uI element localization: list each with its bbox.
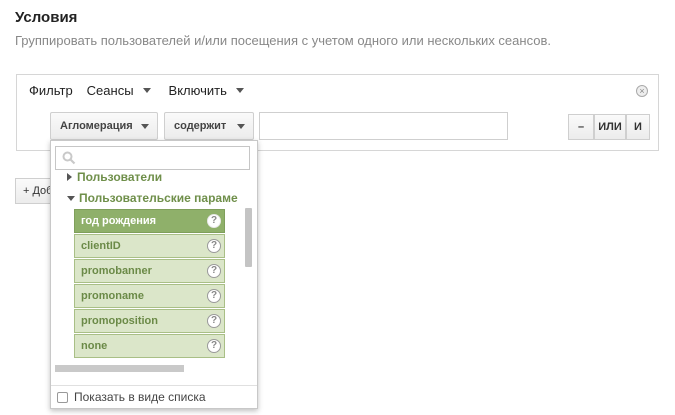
list-item[interactable]: promoname ? xyxy=(74,284,225,308)
operator-select[interactable]: содержит xyxy=(164,112,254,140)
page-title: Условия xyxy=(15,9,78,26)
add-filter-button[interactable]: + Доб xyxy=(15,178,55,204)
search-input[interactable] xyxy=(55,146,250,170)
help-icon[interactable]: ? xyxy=(207,289,221,303)
chevron-down-icon xyxy=(235,88,244,93)
mode-label: Включить xyxy=(168,83,227,98)
or-button[interactable]: ИЛИ xyxy=(594,114,626,140)
operator-label: содержит xyxy=(174,120,227,132)
item-label: promobanner xyxy=(81,265,152,277)
close-icon[interactable]: × xyxy=(636,85,648,97)
group-users[interactable]: Пользователи xyxy=(67,170,162,184)
item-label: none xyxy=(81,340,108,352)
filter-row: Фильтр Сеансы Включить xyxy=(29,83,262,98)
item-label: promoname xyxy=(81,290,144,302)
dimension-select[interactable]: Агломерация xyxy=(50,112,158,140)
search-icon xyxy=(62,151,76,165)
list-item[interactable]: none ? xyxy=(74,334,225,358)
help-icon[interactable]: ? xyxy=(207,239,221,253)
list-item[interactable]: promoposition ? xyxy=(74,309,225,333)
item-label: clientID xyxy=(81,240,121,252)
help-icon[interactable]: ? xyxy=(207,339,221,353)
help-icon[interactable]: ? xyxy=(207,214,221,228)
item-label: год рождения xyxy=(81,215,157,227)
list-item[interactable]: promobanner ? xyxy=(74,259,225,283)
horizontal-scrollbar[interactable] xyxy=(55,365,184,372)
list-item[interactable]: год рождения ? xyxy=(74,209,225,233)
filter-label: Фильтр xyxy=(29,83,73,98)
dimension-dropdown-popup: Пользователи Пользовательские параме год… xyxy=(50,140,258,409)
chevron-down-icon xyxy=(142,88,151,93)
value-input[interactable] xyxy=(259,112,508,140)
item-label: promoposition xyxy=(81,315,158,327)
scope-dropdown[interactable]: Сеансы xyxy=(87,83,151,98)
list-view-toggle[interactable]: Показать в виде списка xyxy=(57,390,206,404)
group-custom-params[interactable]: Пользовательские параме xyxy=(67,191,238,205)
list-item[interactable]: clientID ? xyxy=(74,234,225,258)
page-subtitle: Группировать пользователей и/или посещен… xyxy=(15,33,551,48)
help-icon[interactable]: ? xyxy=(207,314,221,328)
vertical-scrollbar[interactable] xyxy=(245,208,252,267)
chevron-down-icon xyxy=(67,195,75,201)
dimension-label: Агломерация xyxy=(60,120,133,132)
list-view-label: Показать в виде списка xyxy=(74,390,206,404)
divider xyxy=(51,385,257,386)
and-button[interactable]: И xyxy=(626,114,650,140)
checkbox[interactable] xyxy=(57,391,68,403)
scope-label: Сеансы xyxy=(86,83,134,98)
chevron-down-icon xyxy=(237,124,245,129)
help-icon[interactable]: ? xyxy=(207,264,221,278)
chevron-right-icon xyxy=(67,173,72,181)
group-label: Пользователи xyxy=(77,170,163,184)
mode-dropdown[interactable]: Включить xyxy=(169,83,244,98)
chevron-down-icon xyxy=(141,124,149,129)
remove-condition-button[interactable]: – xyxy=(568,114,594,140)
group-label: Пользовательские параме xyxy=(79,191,238,205)
